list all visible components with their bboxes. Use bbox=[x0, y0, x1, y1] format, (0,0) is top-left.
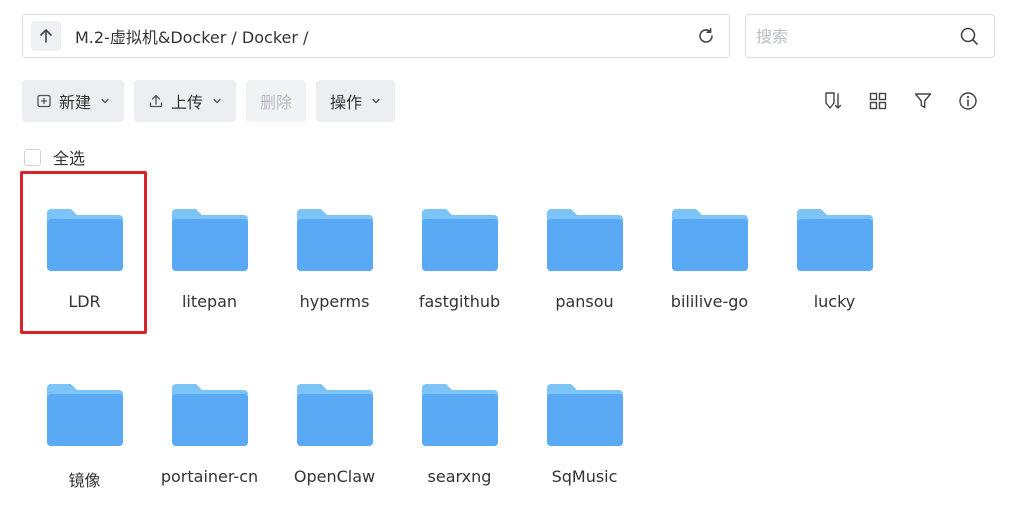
folder-icon bbox=[422, 384, 498, 446]
upload-icon bbox=[149, 94, 163, 108]
folder-item[interactable]: bililive-go bbox=[647, 175, 772, 330]
folder-name: LDR bbox=[68, 292, 101, 311]
folder-icon bbox=[47, 384, 123, 446]
folder-name: OpenClaw bbox=[293, 467, 376, 486]
search-button[interactable] bbox=[956, 23, 982, 49]
delete-button-label: 删除 bbox=[260, 93, 293, 112]
sort-button[interactable] bbox=[820, 88, 846, 114]
chevron-down-icon bbox=[372, 98, 380, 104]
toolbar: 新建 上传 删除 操作 bbox=[22, 80, 396, 122]
search-input[interactable] bbox=[756, 15, 956, 57]
actions-button-label: 操作 bbox=[330, 93, 363, 112]
folder-name: searxng bbox=[427, 467, 492, 486]
sort-icon bbox=[825, 92, 842, 109]
select-all[interactable]: 全选 bbox=[24, 145, 85, 169]
info-icon bbox=[959, 92, 977, 110]
select-all-checkbox[interactable] bbox=[24, 148, 41, 166]
path-bar[interactable]: M.2-虚拟机&Docker / Docker / bbox=[22, 14, 730, 58]
folder-item[interactable]: hyperms bbox=[272, 175, 397, 330]
actions-button[interactable]: 操作 bbox=[316, 80, 396, 122]
refresh-icon bbox=[699, 28, 713, 43]
folder-item[interactable]: LDR bbox=[20, 171, 147, 334]
search-box bbox=[745, 14, 995, 58]
upload-button[interactable]: 上传 bbox=[134, 80, 237, 122]
up-directory-button[interactable] bbox=[31, 21, 61, 51]
new-file-icon bbox=[37, 94, 51, 108]
folder-icon bbox=[297, 209, 373, 271]
folder-name: portainer-cn bbox=[160, 467, 259, 486]
folder-item[interactable]: OpenClaw bbox=[272, 350, 397, 505]
folder-item[interactable]: 镜像 bbox=[22, 350, 147, 505]
delete-button[interactable]: 删除 bbox=[246, 80, 307, 122]
folder-name: lucky bbox=[813, 292, 856, 311]
folder-item[interactable]: fastgithub bbox=[397, 175, 522, 330]
folder-name: litepan bbox=[181, 292, 238, 311]
chevron-down-icon bbox=[101, 98, 109, 104]
breadcrumb-path[interactable]: M.2-虚拟机&Docker / Docker / bbox=[75, 24, 693, 48]
folder-name: SqMusic bbox=[551, 467, 618, 486]
chevron-down-icon bbox=[213, 98, 221, 104]
view-tools bbox=[820, 88, 981, 114]
folder-icon bbox=[547, 384, 623, 446]
folder-item[interactable]: lucky bbox=[772, 175, 897, 330]
new-button-label: 新建 bbox=[59, 93, 92, 112]
folder-icon bbox=[47, 209, 123, 271]
grid-view-button[interactable] bbox=[865, 88, 891, 114]
filter-button[interactable] bbox=[910, 88, 936, 114]
folder-icon bbox=[172, 209, 248, 271]
grid-view-icon bbox=[869, 92, 887, 110]
folder-icon bbox=[797, 209, 873, 271]
folder-name: 镜像 bbox=[68, 471, 101, 490]
search-icon bbox=[960, 27, 978, 45]
folder-name: hyperms bbox=[299, 292, 370, 311]
filter-icon bbox=[914, 93, 932, 109]
folder-icon bbox=[672, 209, 748, 271]
info-button[interactable] bbox=[955, 88, 981, 114]
folder-name: bililive-go bbox=[670, 292, 749, 311]
folder-icon bbox=[297, 384, 373, 446]
folder-name: fastgithub bbox=[418, 292, 501, 311]
folder-icon bbox=[422, 209, 498, 271]
select-all-label: 全选 bbox=[53, 149, 86, 168]
folder-item[interactable]: SqMusic bbox=[522, 350, 647, 505]
refresh-button[interactable] bbox=[693, 23, 719, 49]
new-button[interactable]: 新建 bbox=[22, 80, 125, 122]
folder-item[interactable]: litepan bbox=[147, 175, 272, 330]
folder-item[interactable]: searxng bbox=[397, 350, 522, 505]
folder-icon bbox=[172, 384, 248, 446]
folder-icon bbox=[547, 209, 623, 271]
arrow-up-icon bbox=[40, 29, 52, 43]
folder-item[interactable]: pansou bbox=[522, 175, 647, 330]
upload-button-label: 上传 bbox=[171, 93, 204, 112]
folder-item[interactable]: portainer-cn bbox=[147, 350, 272, 505]
folder-name: pansou bbox=[555, 292, 614, 311]
